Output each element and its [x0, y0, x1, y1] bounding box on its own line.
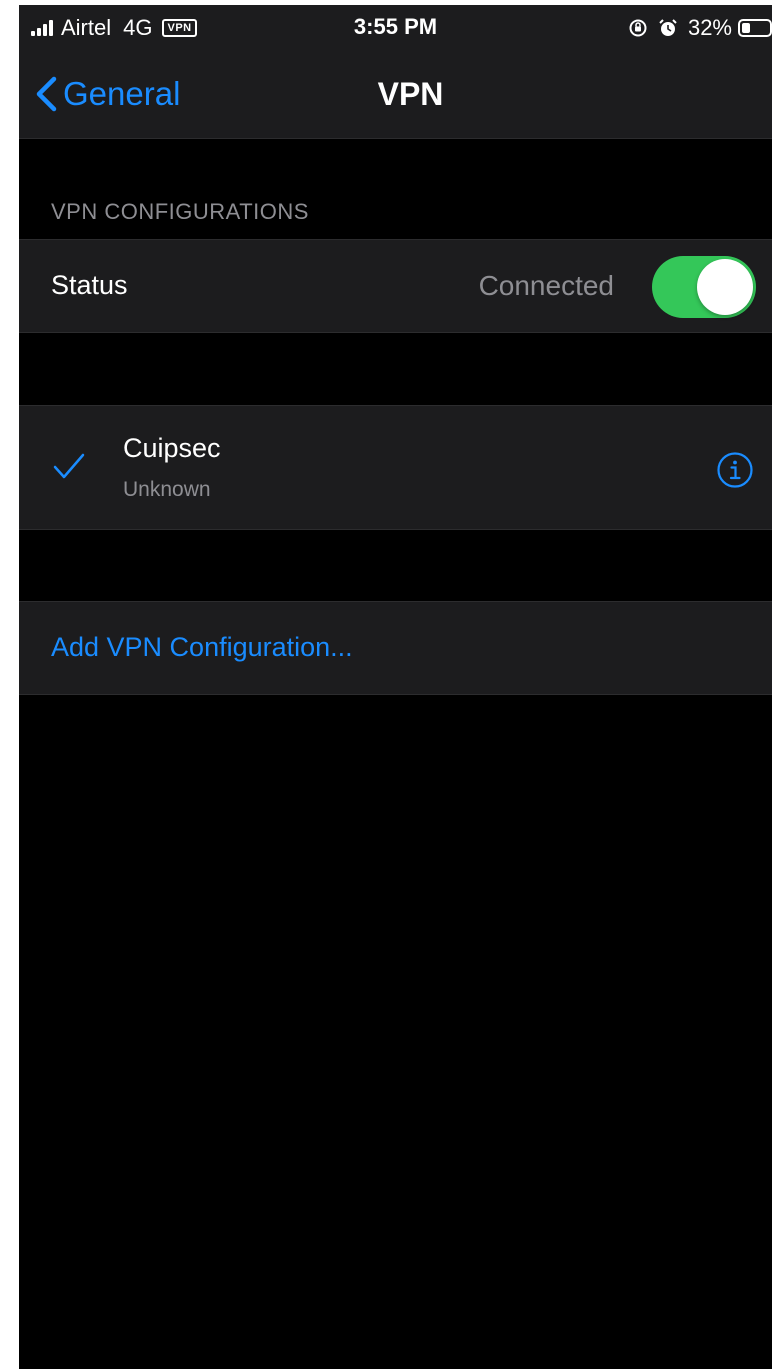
add-vpn-configuration-button[interactable]: Add VPN Configuration... [19, 601, 772, 695]
status-row: Status Connected [19, 239, 772, 333]
toggle-knob [697, 259, 753, 315]
status-label: Status [51, 270, 128, 300]
battery-icon [738, 19, 772, 37]
vpn-status-subtitle: Unknown [123, 478, 211, 501]
status-bar-right: 32% [628, 14, 772, 42]
checkmark-icon [52, 452, 86, 487]
info-icon[interactable] [716, 451, 754, 494]
battery-level-fill [742, 23, 750, 33]
add-vpn-configuration-label: Add VPN Configuration... [51, 632, 353, 662]
vpn-name: Cuipsec [123, 433, 221, 463]
screenshot-frame: Airtel 4G VPN 3:55 PM 32% General VPN VP… [0, 0, 772, 1369]
navigation-bar: General VPN [19, 50, 772, 139]
page-title: VPN [377, 76, 444, 112]
vpn-configuration-row[interactable]: Cuipsec Unknown [19, 405, 772, 530]
vpn-toggle[interactable] [652, 256, 756, 318]
alarm-icon [658, 18, 678, 38]
status-bar: Airtel 4G VPN 3:55 PM 32% [19, 5, 772, 50]
status-value: Connected [478, 270, 614, 301]
phone-screen: Airtel 4G VPN 3:55 PM 32% General VPN VP… [19, 5, 772, 1369]
battery-percent: 32% [687, 15, 732, 40]
orientation-lock-icon [628, 18, 648, 38]
section-header: VPN CONFIGURATIONS [51, 199, 309, 224]
